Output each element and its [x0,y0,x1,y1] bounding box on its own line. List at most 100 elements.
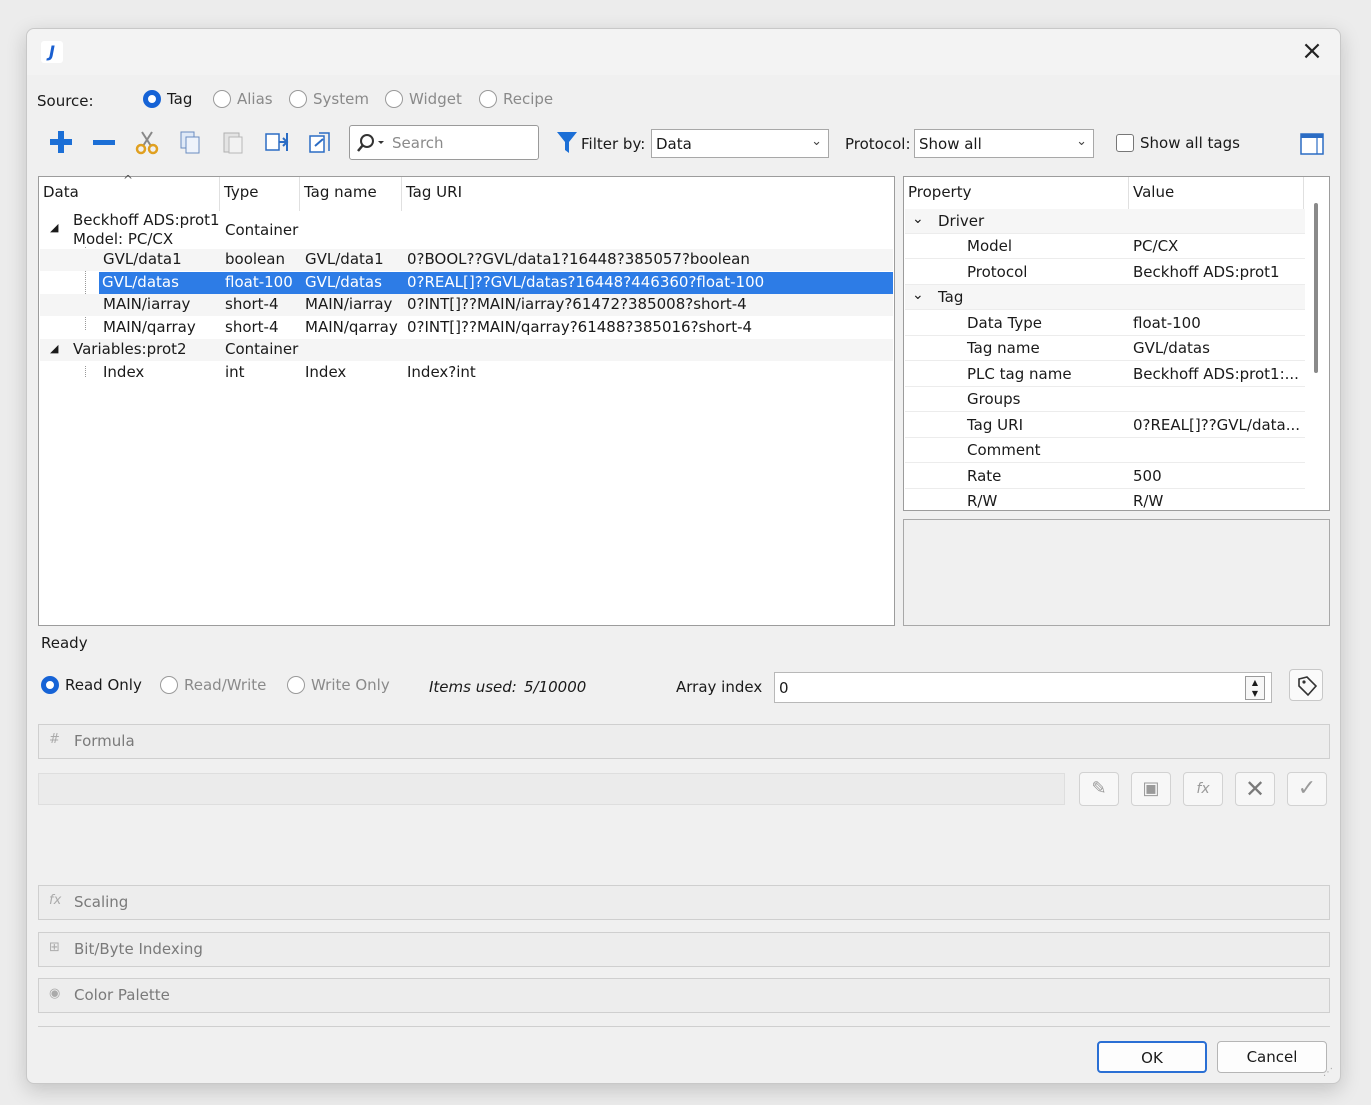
tree-row[interactable]: GVL/data1 boolean GVL/data1 0?BOOL??GVL/… [40,249,893,271]
cell-taguri: 0?INT[]??MAIN/iarray?61472?385008?short-… [407,295,747,313]
property-row[interactable]: R/W R/W [905,489,1305,510]
cancel-button[interactable]: Cancel [1217,1041,1327,1073]
property-value: 0?REAL[]??GVL/data... [1133,416,1301,434]
radio-widget-indicator [385,89,403,108]
property-row[interactable]: Tag URI 0?REAL[]??GVL/data... [905,413,1305,438]
property-row[interactable]: Data Type float-100 [905,311,1305,336]
col-header-tagname[interactable]: Tag name [300,177,402,211]
radio-system[interactable]: System [289,89,369,108]
copy-icon[interactable] [177,129,203,155]
cell-taguri: 0?BOOL??GVL/data1?16448?385057?boolean [407,250,750,268]
check-icon: ✓ [1297,776,1317,801]
cut-icon[interactable] [134,129,160,155]
property-key: Data Type [967,314,1043,332]
radio-tag[interactable]: Tag [143,89,192,108]
cell-type: short-4 [225,295,279,313]
tag-tree[interactable]: Data ^ Type Tag name Tag URI ◢ Beckhoff … [38,173,895,626]
array-index-spinbox[interactable]: 0 ▲ ▼ [774,672,1272,703]
cell-tagname: MAIN/qarray [305,318,398,336]
array-index-value: 0 [779,679,789,697]
radio-recipe[interactable]: Recipe [479,89,553,108]
checkbox-box [1116,133,1134,152]
radio-read-write[interactable]: Read/Write [160,675,266,694]
panel-toggle-icon[interactable] [1300,133,1324,155]
cell-data: GVL/data1 [103,250,182,268]
group-row-driver[interactable]: ⌄ Driver [905,209,1305,234]
col-header-type[interactable]: Type [220,177,300,211]
remove-icon[interactable] [91,129,117,155]
spin-buttons[interactable]: ▲ ▼ [1245,676,1265,700]
property-row[interactable]: Rate 500 [905,464,1305,489]
function-button[interactable]: fx [1183,772,1223,806]
search-placeholder: Search [392,134,444,152]
tree-row-selected[interactable]: GVL/datas float-100 GVL/datas 0?REAL[]??… [99,272,893,294]
tree-row[interactable]: Index int Index Index?int [40,362,893,384]
radio-tag-indicator [143,89,161,108]
group-label: Tag [938,288,964,306]
scrollbar-thumb[interactable] [1314,203,1318,373]
formula-input[interactable] [38,773,1065,805]
formula-section-header[interactable]: # Formula [38,724,1330,759]
property-row[interactable]: Model PC/CX [905,234,1305,259]
radio-read-only[interactable]: Read Only [41,675,142,694]
chevron-down-icon: ⌄ [1076,134,1087,149]
collapse-icon[interactable]: ◢ [50,221,58,234]
property-row[interactable]: Groups [905,387,1305,412]
cell-type: short-4 [225,318,279,336]
tree-row[interactable]: MAIN/qarray short-4 MAIN/qarray 0?INT[]?… [40,317,893,339]
radio-widget-label: Widget [409,89,462,108]
property-row[interactable]: Protocol Beckhoff ADS:prot1 [905,260,1305,285]
scaling-icon: fx [49,893,62,908]
apply-formula-button[interactable]: ✓ [1287,772,1327,806]
tag-icon [1298,676,1318,697]
function-icon: fx [1196,781,1210,797]
tree-row[interactable]: ◢ Beckhoff ADS:prot1 Model: PC/CX Contai… [40,211,893,249]
property-row[interactable]: Comment [905,438,1305,463]
tag-dialog: J × Source: Tag Alias System Widget Reci… [26,28,1341,1084]
resize-grip-icon[interactable]: ⋰ [1323,1067,1333,1078]
edit-formula-button[interactable]: ✎ [1079,772,1119,806]
app-icon: J [41,41,63,63]
bit-byte-section-header[interactable]: ⊞ Bit/Byte Indexing [38,932,1330,967]
col-header-value[interactable]: Value [1129,177,1304,211]
scaling-section-header[interactable]: fx Scaling [38,885,1330,920]
radio-read-only-label: Read Only [65,675,142,694]
show-all-tags-checkbox[interactable]: Show all tags [1116,133,1240,152]
group-row-tag[interactable]: ⌄ Tag [905,285,1305,310]
property-key: Groups [967,390,1021,408]
add-icon[interactable] [48,129,74,155]
radio-widget[interactable]: Widget [385,89,462,108]
chevron-down-icon[interactable]: ⌄ [912,211,924,227]
property-row[interactable]: PLC tag name Beckhoff ADS:prot1:... [905,362,1305,387]
save-formula-button[interactable]: ▣ [1131,772,1171,806]
export-icon[interactable] [264,129,290,155]
radio-tag-label: Tag [167,89,193,108]
radio-write-only[interactable]: Write Only [287,675,390,694]
clear-formula-button[interactable]: ✕ [1235,772,1275,806]
protocol-dropdown[interactable]: Show all ⌄ [914,129,1094,158]
paste-icon[interactable] [220,129,246,155]
filter-dropdown[interactable]: Data ⌄ [651,129,829,158]
col-header-taguri[interactable]: Tag URI [402,177,894,211]
close-icon[interactable]: × [1298,38,1326,65]
group-label: Driver [938,212,985,230]
tree-row[interactable]: MAIN/iarray short-4 MAIN/iarray 0?INT[]?… [40,294,893,316]
property-key: Tag URI [967,416,1023,434]
radio-recipe-label: Recipe [503,89,554,108]
ok-button[interactable]: OK [1097,1041,1207,1073]
col-header-property[interactable]: Property [904,177,1129,211]
property-description [903,519,1330,626]
chevron-down-icon[interactable]: ⌄ [912,287,924,303]
collapse-icon[interactable]: ◢ [50,342,58,355]
radio-alias[interactable]: Alias [213,89,273,108]
radio-read-write-label: Read/Write [184,675,267,694]
property-row[interactable]: Tag name GVL/datas [905,336,1305,361]
property-grid[interactable]: Property Value ⌄ Driver Model PC/CX Prot… [903,176,1330,511]
tag-picker-button[interactable] [1289,669,1323,701]
sort-asc-icon: ^ [123,173,134,187]
search-input[interactable]: Search [349,125,539,160]
color-palette-section-header[interactable]: ◉ Color Palette [38,978,1330,1013]
cell-tagname: Index [305,363,347,381]
tree-row[interactable]: ◢ Variables:prot2 Container [40,339,893,361]
import-icon[interactable] [307,129,333,155]
